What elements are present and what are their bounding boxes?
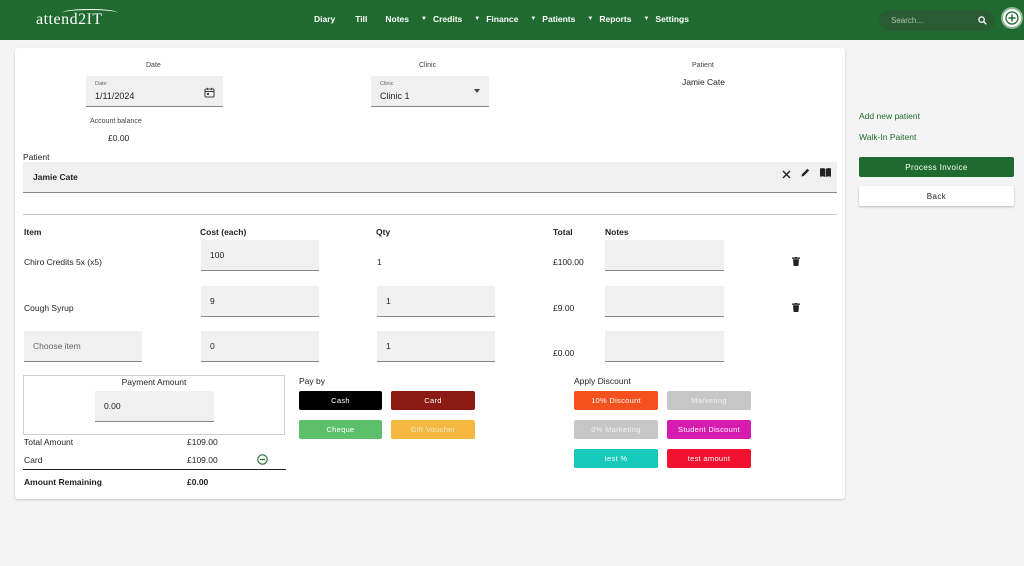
- walk-in-patient-link[interactable]: Walk-In Paitent: [859, 132, 916, 142]
- col-header-total: Total: [553, 227, 573, 237]
- payment-amount-input[interactable]: 0.00: [95, 391, 214, 422]
- top-navbar: attend2IT Diary Till Notes ▼ Credits ▼ F…: [0, 0, 1024, 40]
- pay-gift-voucher-button[interactable]: Gift Voucher: [391, 420, 475, 439]
- col-header-item: Item: [24, 227, 42, 237]
- search-bar: [879, 10, 995, 31]
- pay-cheque-button[interactable]: Cheque: [299, 420, 382, 439]
- row2-cost-input[interactable]: 9: [201, 286, 319, 317]
- nav-item-patients[interactable]: Patients: [542, 14, 575, 24]
- col-header-qty: Qty: [376, 227, 391, 237]
- card-payment-label: Card: [24, 455, 43, 465]
- discount-test-amount-button[interactable]: test amount: [667, 449, 751, 468]
- patient-selected-name: Jamie Cate: [33, 172, 78, 182]
- chevron-down-icon[interactable]: ▼: [587, 16, 593, 22]
- date-value: 1/11/2024: [95, 91, 135, 101]
- row3-total: £0.00: [553, 348, 575, 358]
- logo-swoosh: [62, 9, 118, 17]
- apply-discount-title: Apply Discount: [574, 376, 631, 386]
- invoice-card: Date Date 1/11/2024 Clinic Clinic Clinic…: [15, 48, 845, 499]
- clinic-select[interactable]: Clinic Clinic 1: [371, 76, 489, 107]
- edit-icon[interactable]: [800, 165, 811, 183]
- pay-by-title: Pay by: [299, 376, 325, 386]
- discount-student-button[interactable]: Student Discount: [667, 420, 751, 439]
- process-invoice-button[interactable]: Process Invoice: [859, 157, 1014, 177]
- remove-payment-icon[interactable]: [257, 452, 268, 470]
- discount-test-percent-button[interactable]: test %: [574, 449, 658, 468]
- search-icon[interactable]: [978, 12, 987, 30]
- total-amount-label: Total Amount: [24, 437, 74, 447]
- nav-item-notes[interactable]: Notes: [385, 14, 409, 24]
- book-icon[interactable]: [819, 165, 832, 183]
- nav-item-credits[interactable]: Credits: [433, 14, 462, 24]
- row1-qty: 1: [377, 257, 382, 267]
- chevron-down-icon[interactable]: ▼: [421, 16, 427, 22]
- patient-name-header: Jamie Cate: [682, 77, 725, 87]
- delete-icon[interactable]: [792, 257, 800, 266]
- row1-cost-input[interactable]: 100: [201, 240, 319, 271]
- chevron-down-icon[interactable]: ▼: [474, 16, 480, 22]
- add-new-patient-link[interactable]: Add new patient: [859, 111, 920, 121]
- row2-qty-input[interactable]: 1: [377, 286, 495, 317]
- row1-item: Chiro Credits 5x (x5): [24, 257, 102, 267]
- discount-10-percent-button[interactable]: 10% Discount: [574, 391, 658, 410]
- row3-qty-input[interactable]: 1: [377, 331, 495, 362]
- plus-circle-icon: [1005, 11, 1019, 25]
- account-balance-value: £0.00: [108, 133, 130, 143]
- row2-notes-input[interactable]: [605, 286, 724, 317]
- payment-amount-box: Payment Amount 0.00: [23, 375, 285, 435]
- row3-cost-input[interactable]: 0: [201, 331, 319, 362]
- clinic-field-label: Clinic: [380, 81, 394, 87]
- patient-section-label: Patient: [23, 152, 50, 162]
- discount-0-marketing-button[interactable]: 0% Marketing: [574, 420, 658, 439]
- amount-remaining-value: £0.00: [187, 477, 209, 487]
- row3-notes-input[interactable]: [605, 331, 724, 362]
- date-field[interactable]: Date 1/11/2024: [86, 76, 223, 107]
- total-amount-value: £109.00: [187, 437, 218, 447]
- clinic-value: Clinic 1: [380, 91, 410, 101]
- patient-selector[interactable]: Jamie Cate: [23, 162, 837, 193]
- back-button[interactable]: Back: [859, 186, 1014, 206]
- row2-item: Cough Syrup: [24, 303, 74, 313]
- calendar-icon[interactable]: [204, 85, 215, 103]
- chevron-down-icon[interactable]: ▼: [643, 16, 649, 22]
- col-header-cost: Cost (each): [200, 227, 247, 237]
- nav-item-reports[interactable]: Reports: [599, 14, 631, 24]
- dropdown-arrow-icon[interactable]: [474, 89, 480, 93]
- pay-cash-button[interactable]: Cash: [299, 391, 382, 410]
- nav-item-till[interactable]: Till: [355, 14, 367, 24]
- card-payment-value: £109.00: [187, 455, 218, 465]
- search-input[interactable]: [891, 16, 978, 25]
- nav-item-settings[interactable]: Settings: [655, 14, 689, 24]
- row1-total: £100.00: [553, 257, 584, 267]
- chevron-down-icon[interactable]: ▼: [530, 16, 536, 22]
- account-balance-label: Account balance: [90, 118, 142, 125]
- amount-remaining-label: Amount Remaining: [24, 477, 102, 487]
- total-divider: [23, 469, 286, 470]
- clinic-heading: Clinic: [419, 62, 437, 69]
- main-nav: Diary Till Notes ▼ Credits ▼ Finance ▼ P…: [314, 14, 689, 24]
- nav-item-finance[interactable]: Finance: [486, 14, 518, 24]
- col-header-notes: Notes: [605, 227, 629, 237]
- close-icon[interactable]: [782, 166, 791, 184]
- choose-item-input[interactable]: Choose item: [24, 331, 142, 362]
- nav-item-diary[interactable]: Diary: [314, 14, 335, 24]
- divider: [23, 214, 837, 215]
- delete-icon[interactable]: [792, 303, 800, 312]
- payment-amount-title: Payment Amount: [121, 377, 187, 387]
- discount-marketing-button[interactable]: Marketing: [667, 391, 751, 410]
- patient-heading: Patient: [692, 62, 714, 69]
- date-heading: Date: [146, 62, 161, 69]
- row2-total: £9.00: [553, 303, 575, 313]
- pay-card-button[interactable]: Card: [391, 391, 475, 410]
- add-new-button[interactable]: [1001, 7, 1023, 29]
- row1-notes-input[interactable]: [605, 240, 724, 271]
- date-field-label: Date: [95, 81, 107, 87]
